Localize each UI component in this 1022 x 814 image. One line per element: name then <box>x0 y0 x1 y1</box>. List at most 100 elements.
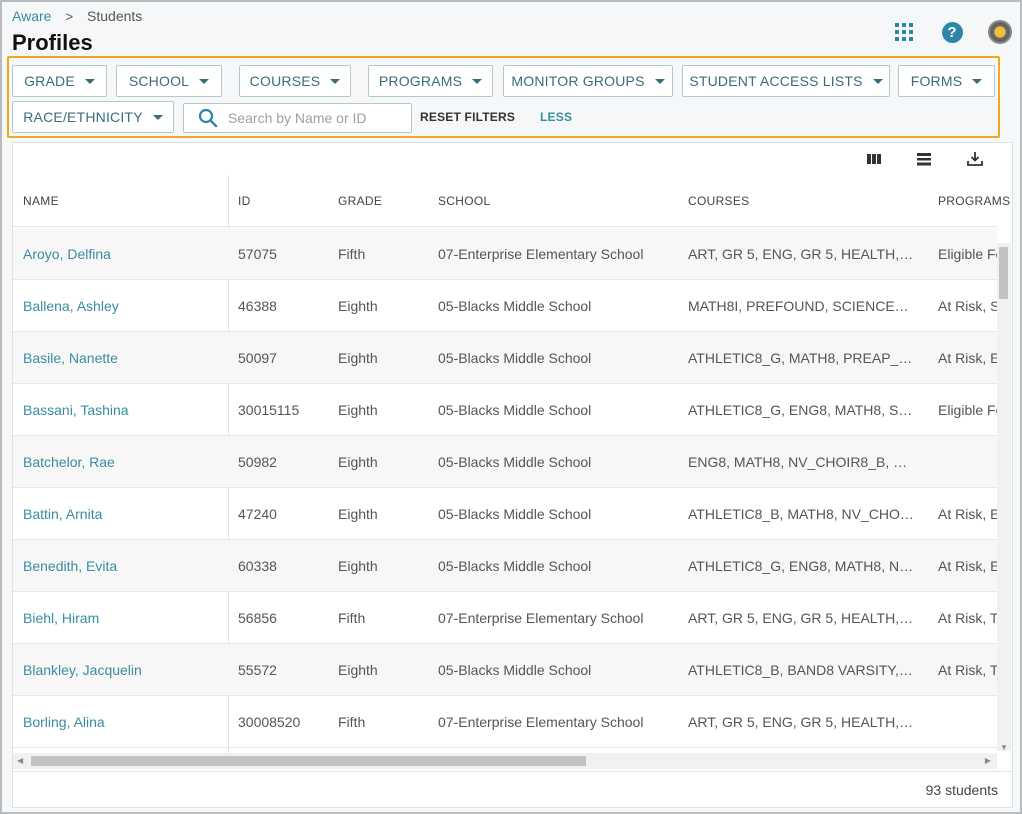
student-courses: ATHLETIC8_G, ENG8, MATH8, NV_... <box>688 557 916 574</box>
caret-down-icon <box>654 78 665 84</box>
filter-forms-button[interactable]: FORMS <box>898 65 995 97</box>
column-header-courses[interactable]: COURSES <box>688 194 749 208</box>
student-grade: Eighth <box>338 557 378 574</box>
student-name-link[interactable]: Biehl, Hiram <box>23 610 223 626</box>
apps-grid-icon[interactable] <box>890 18 918 46</box>
student-grade: Eighth <box>338 505 378 522</box>
student-id: 30015115 <box>238 401 300 418</box>
column-header-name[interactable]: NAME <box>23 194 59 208</box>
caret-down-icon <box>472 78 483 84</box>
filter-race-ethnicity-button[interactable]: RACE/ETHNICITY <box>12 101 174 133</box>
filter-student-access-lists-button[interactable]: STUDENT ACCESS LISTS <box>682 65 890 97</box>
student-courses: ATHLETIC8_G, ENG8, MATH8, SCIE... <box>688 401 916 418</box>
breadcrumb-aware-link[interactable]: Aware <box>12 8 51 24</box>
filter-programs-button[interactable]: PROGRAMS <box>368 65 493 97</box>
breadcrumb: Aware > Students <box>12 8 142 24</box>
page-title: Profiles <box>12 30 93 55</box>
filter-programs-label: PROGRAMS <box>378 73 463 89</box>
table-row[interactable]: Benedith, Evita 60338 Eighth 05-Blacks M… <box>13 540 997 592</box>
reset-filters-button[interactable]: RESET FILTERS <box>420 110 515 124</box>
table-row[interactable]: Basile, Nanette 50097 Eighth 05-Blacks M… <box>13 332 997 384</box>
vertical-scrollbar-thumb[interactable] <box>999 247 1008 299</box>
help-icon[interactable]: ? <box>938 18 966 46</box>
student-id: 55572 <box>238 661 277 678</box>
student-name-link[interactable]: Ballena, Ashley <box>23 298 223 314</box>
scroll-right-arrow-icon[interactable]: ▶ <box>985 756 991 765</box>
less-filters-button[interactable]: LESS <box>540 110 572 124</box>
scroll-left-arrow-icon[interactable]: ◀ <box>17 756 23 765</box>
horizontal-scrollbar-thumb[interactable] <box>31 756 586 766</box>
column-header-school[interactable]: SCHOOL <box>438 194 490 208</box>
table-body: Aroyo, Delfina 57075 Fifth 07-Enterprise… <box>13 228 997 749</box>
student-courses: MATH8I, PREFOUND, SCIENCE8, S... <box>688 297 916 314</box>
student-name-link[interactable]: Bassani, Tashina <box>23 402 223 418</box>
table-row[interactable]: Bassani, Tashina 30015115 Eighth 05-Blac… <box>13 384 997 436</box>
student-grade: Fifth <box>338 609 366 626</box>
student-name-link[interactable]: Blankley, Jacquelin <box>23 662 223 678</box>
student-school: 05-Blacks Middle School <box>438 453 592 470</box>
student-programs: At Risk, E <box>938 505 997 522</box>
table-row[interactable]: Battin, Arnita 47240 Eighth 05-Blacks Mi… <box>13 488 997 540</box>
student-name-link[interactable]: Aroyo, Delfina <box>23 246 223 262</box>
density-icon[interactable] <box>916 152 932 166</box>
caret-down-icon <box>199 78 210 84</box>
student-programs: At Risk, S <box>938 297 997 314</box>
app-window: Aware > Students Profiles ? GRADE SCHOOL <box>0 0 1022 814</box>
filter-courses-button[interactable]: COURSES <box>239 65 351 97</box>
student-grade: Fifth <box>338 713 366 730</box>
students-table-panel: NAME ID GRADE SCHOOL COURSES PROGRAMS Ar… <box>12 142 1013 808</box>
student-name-link[interactable]: Basile, Nanette <box>23 350 223 366</box>
user-avatar[interactable] <box>986 18 1014 46</box>
horizontal-scrollbar[interactable]: ◀ ▶ <box>13 753 997 769</box>
student-id: 46388 <box>238 297 277 314</box>
student-courses: ENG8, MATH8, NV_CHOIR8_B, PE8,... <box>688 453 916 470</box>
student-school: 07-Enterprise Elementary School <box>438 609 644 626</box>
student-programs: Eligible Fo <box>938 245 997 262</box>
student-programs: At Risk, E <box>938 349 997 366</box>
filter-race-ethnicity-label: RACE/ETHNICITY <box>23 109 143 125</box>
table-row[interactable]: Ballena, Ashley 46388 Eighth 05-Blacks M… <box>13 280 997 332</box>
columns-icon[interactable] <box>866 152 882 166</box>
filter-monitor-groups-label: MONITOR GROUPS <box>511 73 645 89</box>
student-programs: Eligible Fo <box>938 401 997 418</box>
column-header-grade[interactable]: GRADE <box>338 194 382 208</box>
student-courses: ATHLETIC8_B, MATH8, NV_CHOIR8... <box>688 505 916 522</box>
search-field <box>183 103 412 133</box>
student-name-link[interactable]: Benedith, Evita <box>23 558 223 574</box>
student-id: 56856 <box>238 609 277 626</box>
student-name-link[interactable]: Borling, Alina <box>23 714 223 730</box>
table-row[interactable]: Biehl, Hiram 56856 Fifth 07-Enterprise E… <box>13 592 997 644</box>
student-grade: Eighth <box>338 297 378 314</box>
breadcrumb-separator: > <box>65 8 74 24</box>
table-row[interactable]: Aroyo, Delfina 57075 Fifth 07-Enterprise… <box>13 228 997 280</box>
filter-school-button[interactable]: SCHOOL <box>116 65 222 97</box>
column-header-programs[interactable]: PROGRAMS <box>938 194 1010 208</box>
student-name-link[interactable]: Battin, Arnita <box>23 506 223 522</box>
scroll-down-arrow-icon[interactable]: ▼ <box>1000 743 1008 752</box>
student-courses: ATHLETIC8_B, BAND8 VARSITY, M... <box>688 661 916 678</box>
filter-grade-label: GRADE <box>24 73 75 89</box>
student-id: 47240 <box>238 505 277 522</box>
download-icon[interactable] <box>966 151 984 167</box>
help-icon-glyph: ? <box>941 21 963 43</box>
search-input[interactable] <box>228 110 398 126</box>
vertical-scrollbar[interactable]: ▼ <box>997 243 1011 752</box>
breadcrumb-current: Students <box>87 8 143 24</box>
column-header-id[interactable]: ID <box>238 194 251 208</box>
student-grade: Fifth <box>338 245 366 262</box>
student-grade: Eighth <box>338 349 378 366</box>
student-courses: ART, GR 5, ENG, GR 5, HEALTH, GR ... <box>688 245 916 262</box>
table-row[interactable]: Borling, Alina 30008520 Fifth 07-Enterpr… <box>13 696 997 748</box>
student-school: 05-Blacks Middle School <box>438 297 592 314</box>
filter-forms-label: FORMS <box>910 73 963 89</box>
table-row[interactable]: Blankley, Jacquelin 55572 Eighth 05-Blac… <box>13 644 997 696</box>
student-id: 30008520 <box>238 713 301 730</box>
filter-grade-button[interactable]: GRADE <box>12 65 107 97</box>
student-grade: Eighth <box>338 453 378 470</box>
filter-monitor-groups-button[interactable]: MONITOR GROUPS <box>503 65 673 97</box>
caret-down-icon <box>152 114 163 120</box>
search-icon <box>198 108 218 128</box>
caret-down-icon <box>972 78 983 84</box>
table-row[interactable]: Batchelor, Rae 50982 Eighth 05-Blacks Mi… <box>13 436 997 488</box>
student-name-link[interactable]: Batchelor, Rae <box>23 454 223 470</box>
